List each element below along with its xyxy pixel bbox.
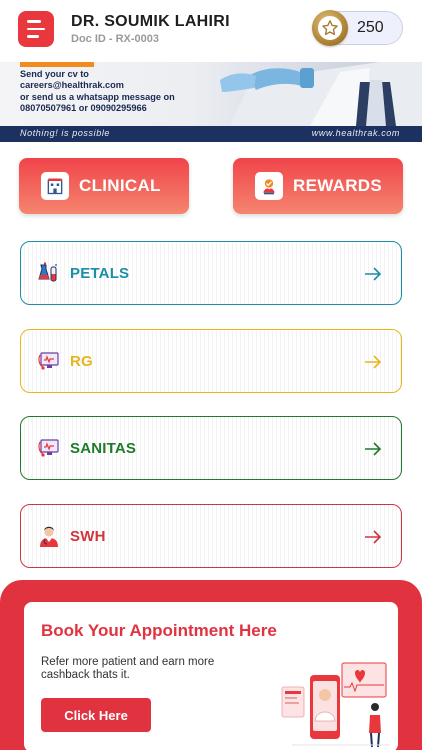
category-petals-label: PETALS [70, 264, 130, 282]
doctor-id: Doc ID - RX-0003 [71, 33, 160, 45]
points-value: 250 [357, 19, 384, 36]
doctor-name: DR. SOUMIK LAHIRI [71, 13, 230, 30]
tab-clinical-label: CLINICAL [79, 176, 161, 195]
category-rg[interactable]: RG [20, 329, 402, 393]
menu-line [27, 35, 39, 38]
menu-line [27, 20, 41, 23]
monitor-stethoscope-icon [37, 349, 61, 373]
tab-rewards-label: REWARDS [293, 176, 382, 195]
category-sanitas[interactable]: SANITAS [20, 416, 402, 480]
app-header: DR. SOUMIK LAHIRI Doc ID - RX-0003 250 [0, 0, 422, 62]
category-swh-label: SWH [70, 527, 106, 545]
reward-gift-icon [255, 172, 283, 200]
category-sanitas-label: SANITAS [70, 439, 137, 457]
arrow-right-icon [365, 267, 382, 281]
click-here-button[interactable]: Click Here [41, 698, 151, 732]
appointment-card: Book Your Appointment Here Refer more pa… [24, 602, 398, 750]
arrow-right-icon [365, 530, 382, 544]
menu-line [27, 27, 45, 31]
doctor-icon [37, 524, 61, 548]
appointment-title: Book Your Appointment Here [41, 621, 277, 640]
banner-strip: Nothing! is possible www.healthrak.com [0, 126, 422, 142]
lab-flasks-icon [37, 261, 61, 285]
appointment-description: Refer more patient and earn more cashbac… [41, 656, 215, 681]
arrow-right-icon [365, 355, 382, 369]
clinic-building-icon [41, 172, 69, 200]
banner-tag [20, 62, 94, 67]
career-banner[interactable]: Send your cv to careers@healthrak.com or… [0, 62, 422, 142]
monitor-stethoscope-icon [37, 436, 61, 460]
points-badge[interactable]: 250 [312, 10, 403, 46]
category-petals[interactable]: PETALS [20, 241, 402, 305]
arrow-right-icon [365, 442, 382, 456]
tab-clinical[interactable]: CLINICAL [19, 158, 189, 214]
banner-tagline: Nothing! is possible [20, 128, 111, 138]
appointment-section: Book Your Appointment Here Refer more pa… [0, 580, 422, 750]
tab-rewards[interactable]: REWARDS [233, 158, 403, 214]
category-rg-label: RG [70, 352, 93, 370]
doctor-gloves-illustration [220, 62, 422, 126]
menu-button[interactable] [18, 11, 54, 47]
category-swh[interactable]: SWH [20, 504, 402, 568]
telemedicine-illustration [281, 662, 390, 748]
banner-website: www.healthrak.com [311, 128, 400, 138]
star-coin-icon [312, 10, 348, 46]
banner-text: Send your cv to careers@healthrak.com or… [20, 69, 175, 113]
